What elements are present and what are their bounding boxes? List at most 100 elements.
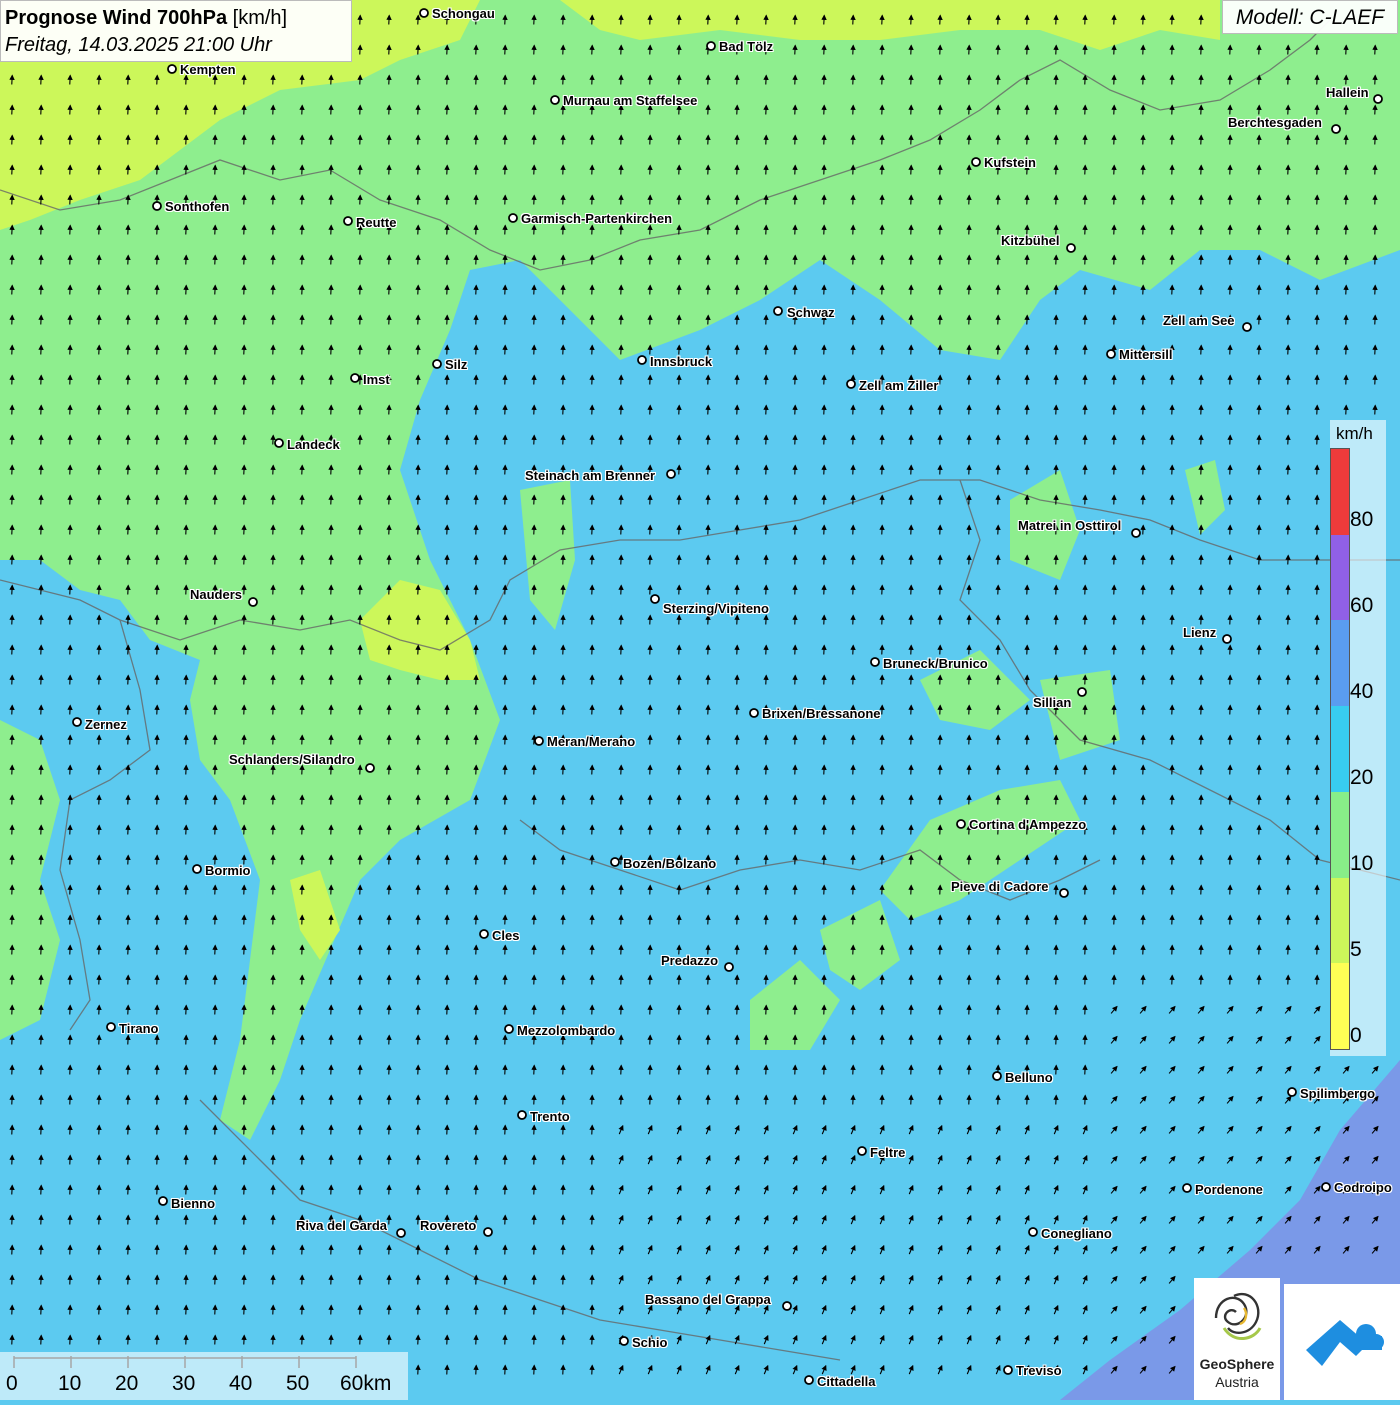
city-dot xyxy=(871,658,879,666)
legend-level-label: 5 xyxy=(1350,938,1362,962)
city-dot xyxy=(397,1229,405,1237)
city-label: Zernez xyxy=(85,717,127,732)
scale-tick-label: 20 xyxy=(115,1372,138,1396)
city-label: Codroipo xyxy=(1334,1180,1392,1195)
city-label: Zell am Ziller xyxy=(859,378,938,393)
city-dot xyxy=(1183,1184,1191,1192)
city-dot xyxy=(1067,244,1075,252)
city-label: Nauders xyxy=(190,587,242,602)
city-dot xyxy=(535,737,543,745)
city-label: Predazzo xyxy=(661,953,718,968)
legend-color-segment xyxy=(1331,792,1349,878)
legend-color-segment xyxy=(1331,449,1349,535)
map-title: Prognose Wind 700hPa [km/h] xyxy=(5,4,347,32)
city-dot xyxy=(1078,688,1086,696)
city-dot xyxy=(651,595,659,603)
city-label: Cittadella xyxy=(817,1374,876,1389)
map-title-panel: Prognose Wind 700hPa [km/h] Freitag, 14.… xyxy=(0,0,352,62)
city-dot xyxy=(957,820,965,828)
city-label: Bruneck/Brunico xyxy=(883,656,988,671)
city-dot xyxy=(351,374,359,382)
city-label: Imst xyxy=(363,372,390,387)
city-dot xyxy=(159,1197,167,1205)
city-dot xyxy=(1029,1228,1037,1236)
city-label: Berchtesgaden xyxy=(1228,115,1322,130)
geosphere-logo-subtext: Austria xyxy=(1194,1374,1280,1390)
legend-unit: km/h xyxy=(1336,424,1373,444)
scale-tick-label: 50 xyxy=(286,1372,309,1396)
legend-level-label: 20 xyxy=(1350,766,1373,790)
city-dot xyxy=(667,470,675,478)
city-label: Kitzbühel xyxy=(1001,233,1060,248)
city-label: Trento xyxy=(530,1109,570,1124)
legend-level-label: 40 xyxy=(1350,680,1373,704)
city-dot xyxy=(509,214,517,222)
city-dot xyxy=(153,202,161,210)
scale-tick-label: 0 xyxy=(6,1372,18,1396)
city-dot xyxy=(1332,125,1340,133)
scale-tick-label: 60km xyxy=(340,1372,391,1396)
city-label: Bad Tölz xyxy=(719,39,773,54)
city-label: Sterzing/Vipiteno xyxy=(663,601,769,616)
city-label: Brixen/Bressanone xyxy=(762,706,881,721)
legend-color-bar xyxy=(1330,448,1350,1050)
city-dot xyxy=(1132,529,1140,537)
city-dot xyxy=(611,858,619,866)
city-label: Pordenone xyxy=(1195,1182,1263,1197)
city-label: Sonthofen xyxy=(165,199,229,214)
city-dot xyxy=(193,865,201,873)
city-label: Matrei in Osttirol xyxy=(1018,518,1121,533)
scale-tick-label: 40 xyxy=(229,1372,252,1396)
city-dot xyxy=(73,718,81,726)
city-label: Landeck xyxy=(287,437,340,452)
city-dot xyxy=(993,1072,1001,1080)
city-dot xyxy=(858,1147,866,1155)
city-label: Zell am See xyxy=(1163,313,1235,328)
legend-color-segment xyxy=(1331,535,1349,621)
city-label: Bozen/Bolzano xyxy=(623,856,716,871)
city-dot xyxy=(107,1023,115,1031)
city-label: Schlanders/Silandro xyxy=(229,752,355,767)
city-label: Bormio xyxy=(205,863,251,878)
city-dot xyxy=(707,42,715,50)
city-label: Steinach am Brenner xyxy=(525,468,655,483)
city-label: Mittersill xyxy=(1119,347,1172,362)
legend-color-segment xyxy=(1331,963,1349,1049)
city-label: Conegliano xyxy=(1041,1226,1112,1241)
city-label: Treviso xyxy=(1016,1363,1062,1378)
city-label: Schwaz xyxy=(787,305,835,320)
city-label: Lienz xyxy=(1183,625,1216,640)
city-dot xyxy=(972,158,980,166)
city-label: Bassano del Grappa xyxy=(645,1292,771,1307)
city-label: Schongau xyxy=(432,6,495,21)
city-dot xyxy=(480,930,488,938)
city-label: Cortina d'Ampezzo xyxy=(969,817,1086,832)
legend-level-label: 0 xyxy=(1350,1024,1362,1048)
city-label: Garmisch-Partenkirchen xyxy=(521,211,672,226)
city-dot xyxy=(725,963,733,971)
city-dot xyxy=(1060,889,1068,897)
city-label: Silz xyxy=(445,357,467,372)
scale-tick-label: 10 xyxy=(58,1372,81,1396)
city-label: Kufstein xyxy=(984,155,1036,170)
city-dot xyxy=(847,380,855,388)
city-label: Mezzolombardo xyxy=(517,1023,615,1038)
city-dot xyxy=(638,356,646,364)
city-dot xyxy=(1223,635,1231,643)
city-label: Bienno xyxy=(171,1196,215,1211)
model-label: Modell: C-LAEF xyxy=(1222,0,1398,34)
city-dot xyxy=(774,307,782,315)
legend-color-segment xyxy=(1331,878,1349,964)
city-label: Riva del Garda xyxy=(296,1218,387,1233)
city-dot xyxy=(249,598,257,606)
city-label: Rovereto xyxy=(420,1218,476,1233)
weather-app-logo xyxy=(1284,1284,1400,1400)
geosphere-swirl-icon xyxy=(1194,1278,1280,1354)
city-dot xyxy=(805,1376,813,1384)
city-label: Spilimbergo xyxy=(1300,1086,1375,1101)
city-dot xyxy=(505,1025,513,1033)
city-label: Belluno xyxy=(1005,1070,1053,1085)
geosphere-logo-text: GeoSphere xyxy=(1194,1356,1280,1372)
city-dot xyxy=(366,764,374,772)
city-label: Pieve di Cadore xyxy=(951,879,1049,894)
